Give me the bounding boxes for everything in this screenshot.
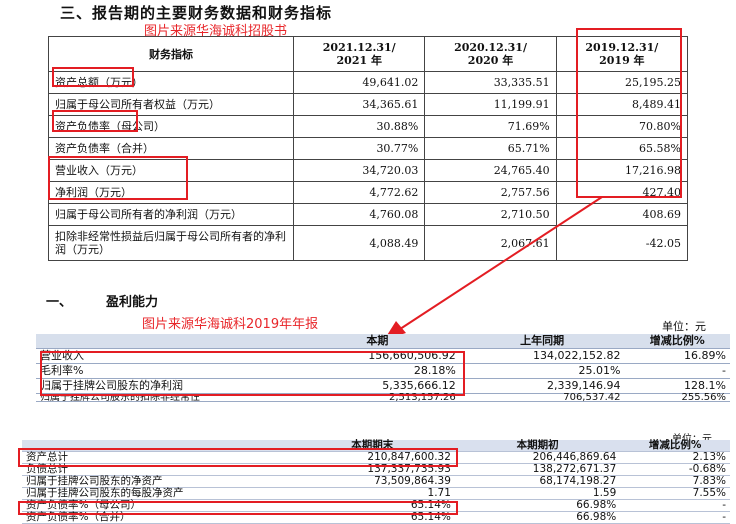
header-current: 本期 <box>295 334 460 349</box>
watermark-annual-report: 图片来源华海诚科2019年年报 <box>142 317 319 332</box>
header-2020: 2020.12.31/ 2020 年 <box>424 36 557 72</box>
highlight-box-total-assets-2019 <box>18 448 458 467</box>
cell-prior: 134,022,152.82 <box>459 348 625 364</box>
row-label: 归属于挂牌公司股东的每股净资产 <box>22 487 290 500</box>
crop-mask <box>0 402 736 432</box>
cell-end: 1.71 <box>289 487 455 500</box>
cell-start: 206,446,869.64 <box>454 451 621 464</box>
header-change: 增减比例% <box>620 440 730 452</box>
cell-2020: 24,765.40 <box>424 159 557 182</box>
cell-start: 1.59 <box>454 487 621 500</box>
cell-change: - <box>624 363 730 379</box>
cell-change: 255.56% <box>624 392 730 402</box>
cell-2020: 33,335.51 <box>424 71 557 94</box>
cell-2021: 49,641.02 <box>293 71 426 94</box>
row-label: 归属于母公司所有者的净利润（万元） <box>47 203 295 226</box>
unit-label: 单位：元 <box>662 320 706 333</box>
cell-change: 16.89% <box>624 348 730 364</box>
header-blank <box>36 334 296 349</box>
cell-change: 7.83% <box>620 475 730 488</box>
highlight-box-revenue-profit <box>48 156 188 200</box>
cell-2021: 34,720.03 <box>293 159 426 182</box>
header-2021: 2021.12.31/ 2021 年 <box>293 36 426 72</box>
cell-2021: 34,365.61 <box>293 93 426 116</box>
cell-end: 73,509,864.39 <box>289 475 455 488</box>
table-header-row: 本期 上年同期 增减比例% <box>36 334 730 349</box>
cell-2020: 71.69% <box>424 115 557 138</box>
row-label: 扣除非经常性损益后归属于母公司所有者的净利润（万元） <box>47 225 295 261</box>
header-period-start: 本期期初 <box>454 440 621 452</box>
cell-2021: 30.88% <box>293 115 426 138</box>
cell-prior: 25.01% <box>459 363 625 379</box>
cell-2021: 30.77% <box>293 137 426 160</box>
section-heading: 盈利能力 <box>106 295 159 310</box>
arrow-icon <box>384 196 603 340</box>
cell-start: 68,174,198.27 <box>454 475 621 488</box>
cell-change: 2.13% <box>620 451 730 464</box>
header-change: 增减比例% <box>624 334 730 349</box>
cell-2020: 11,199.91 <box>424 93 557 116</box>
cell-prior: 706,537.42 <box>459 392 625 402</box>
cell-change: 7.55% <box>620 487 730 500</box>
cell-start: 138,272,671.37 <box>454 463 621 476</box>
cell-change: -0.68% <box>620 463 730 476</box>
highlight-box-2019-column <box>576 28 682 198</box>
table-row: 归属于挂牌公司股东的每股净资产 1.71 1.59 7.55% <box>22 487 730 500</box>
cell-change: - <box>620 499 730 512</box>
highlight-box-profitability <box>40 351 465 396</box>
highlight-box-debt-ratio <box>52 110 138 132</box>
section-number: 一、 <box>46 295 73 310</box>
cell-start: 66.98% <box>454 499 621 512</box>
header-prior: 上年同期 <box>459 334 625 349</box>
highlight-box-debt-ratio-2019 <box>18 501 458 515</box>
table-row: 归属于挂牌公司股东的净资产 73,509,864.39 68,174,198.27 7… <box>22 475 730 488</box>
row-label: 归属于挂牌公司股东的净资产 <box>22 475 290 488</box>
highlight-box-total-assets <box>52 67 134 87</box>
cell-2020: 65.71% <box>424 137 557 160</box>
